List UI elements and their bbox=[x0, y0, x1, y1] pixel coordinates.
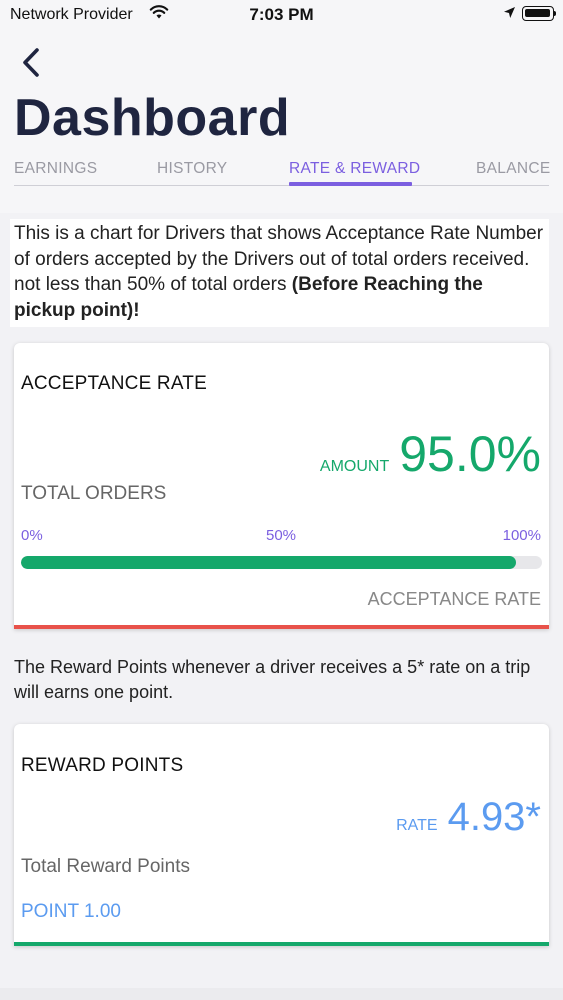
scale-mid-label: 50% bbox=[266, 527, 297, 544]
reward-point-value: POINT 1.00 bbox=[21, 901, 121, 922]
acceptance-amount-value: 95.0% bbox=[399, 426, 541, 482]
status-bar: Network Provider 7:03 PM bbox=[0, 0, 563, 30]
scale-max-label: 100% bbox=[502, 527, 541, 544]
acceptance-progress-fill bbox=[21, 556, 516, 569]
acceptance-progress-bar bbox=[21, 556, 542, 569]
total-reward-points-label: Total Reward Points bbox=[21, 856, 190, 877]
amount-row: AMOUNT 95.0% bbox=[320, 425, 541, 483]
acceptance-bar-caption: ACCEPTANCE RATE bbox=[367, 589, 541, 609]
acceptance-rate-card: ACCEPTANCE RATE AMOUNT 95.0% TOTAL ORDER… bbox=[14, 343, 549, 629]
tab-balance[interactable]: BALANCE bbox=[476, 160, 550, 178]
back-chevron-icon[interactable] bbox=[18, 46, 48, 80]
page-title: Dashboard bbox=[14, 89, 291, 147]
reward-card-title: REWARD POINTS bbox=[21, 755, 184, 776]
acceptance-description: This is a chart for Drivers that shows A… bbox=[10, 219, 549, 327]
acceptance-card-title: ACCEPTANCE RATE bbox=[21, 373, 207, 394]
total-orders-label: TOTAL ORDERS bbox=[21, 483, 167, 504]
tab-rate-reward[interactable]: RATE & REWARD bbox=[289, 160, 420, 178]
bottom-strip bbox=[0, 988, 563, 1000]
active-tab-indicator bbox=[289, 182, 412, 186]
rate-row: RATE 4.93* bbox=[396, 795, 541, 840]
tab-earnings[interactable]: EARNINGS bbox=[14, 160, 97, 178]
clock-label: 7:03 PM bbox=[249, 5, 314, 24]
reward-note: The Reward Points whenever a driver rece… bbox=[14, 657, 531, 702]
location-arrow-icon bbox=[503, 6, 516, 24]
battery-icon bbox=[522, 6, 556, 21]
rate-value: 4.93* bbox=[447, 795, 541, 839]
rate-label: RATE bbox=[396, 817, 438, 834]
reward-points-card: REWARD POINTS RATE 4.93* Total Reward Po… bbox=[14, 724, 549, 946]
scale-min-label: 0% bbox=[21, 527, 43, 544]
tab-history[interactable]: HISTORY bbox=[157, 160, 227, 178]
tab-bar: EARNINGS HISTORY RATE & REWARD BALANCE bbox=[14, 158, 550, 186]
amount-label: AMOUNT bbox=[319, 458, 390, 475]
